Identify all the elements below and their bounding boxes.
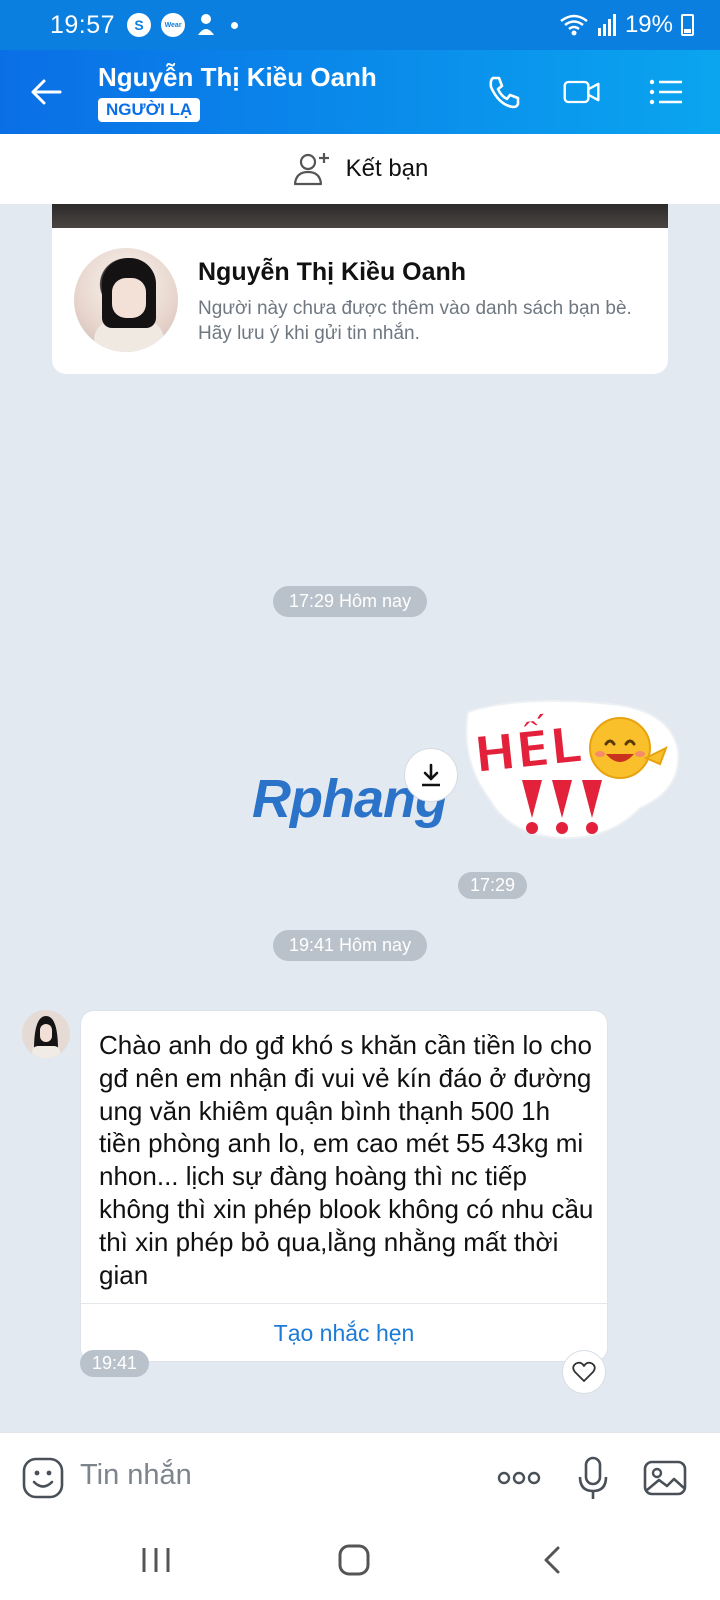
stranger-warning: Người này chưa được thêm vào danh sách b… (198, 298, 632, 344)
message-time: 19:41 (80, 1350, 150, 1377)
sender-avatar[interactable] (22, 1010, 70, 1058)
status-time: 19:57 (50, 10, 116, 39)
status-bar: 19:57 S Wear 19% (0, 0, 720, 50)
signal-icon (597, 14, 616, 36)
message-input[interactable]: Tin nhắn (80, 1459, 192, 1492)
hello-sticker[interactable]: HẾL (460, 690, 690, 850)
wifi-icon (560, 14, 588, 36)
chat-header: Nguyễn Thị Kiều Oanh NGƯỜI LẠ (0, 50, 720, 134)
image-icon[interactable] (642, 1455, 688, 1501)
battery-percent: 19% (624, 11, 673, 38)
message-bubble[interactable]: Chào anh do gđ khó s khăn cần tiền lo ch… (80, 1010, 608, 1362)
menu-icon[interactable] (646, 72, 686, 112)
s-icon: S (127, 13, 152, 37)
cover-photo (52, 204, 668, 228)
microphone-icon[interactable] (570, 1455, 616, 1501)
status-notification-icons: S Wear (127, 13, 239, 37)
message-input-bar: Tin nhắn (0, 1432, 720, 1522)
profile-name: Nguyễn Thị Kiều Oanh (198, 258, 467, 286)
add-friend-button[interactable]: Kết bạn (0, 134, 720, 204)
message-time: 17:29 (458, 872, 528, 899)
message-text: Chào anh do gđ khó s khăn cần tiền lo ch… (99, 1030, 594, 1290)
like-button[interactable] (562, 1350, 606, 1394)
back-icon[interactable] (534, 1540, 574, 1580)
wear-icon: Wear (161, 13, 186, 37)
dot-icon (231, 21, 239, 29)
add-friend-label: Kết bạn (345, 155, 429, 182)
date-divider: 17:29 Hôm nay (273, 586, 428, 617)
emoji-icon[interactable] (20, 1455, 66, 1501)
system-nav-bar (0, 1522, 720, 1600)
profile-card[interactable]: Nguyễn Thị Kiều Oanh Người này chưa được… (52, 228, 668, 374)
avatar[interactable] (74, 248, 178, 352)
download-icon (422, 763, 440, 787)
more-options-icon[interactable] (496, 1455, 542, 1501)
heart-icon (572, 1361, 596, 1382)
back-arrow-icon[interactable] (26, 72, 66, 112)
recent-apps-icon[interactable] (136, 1540, 176, 1580)
date-divider: 19:41 Hôm nay (273, 930, 428, 961)
battery-icon (681, 14, 694, 36)
add-friend-icon (293, 153, 329, 186)
home-icon[interactable] (334, 1540, 374, 1580)
stranger-badge: NGƯỜI LẠ (98, 98, 201, 122)
phone-icon[interactable] (484, 72, 524, 112)
contact-name[interactable]: Nguyễn Thị Kiều Oanh (98, 62, 377, 93)
create-reminder-button[interactable]: Tạo nhắc hẹn (81, 1304, 607, 1362)
download-button[interactable] (404, 748, 458, 802)
notification-icon (198, 14, 215, 35)
status-right: 19% (559, 11, 694, 39)
video-icon[interactable] (562, 72, 602, 112)
